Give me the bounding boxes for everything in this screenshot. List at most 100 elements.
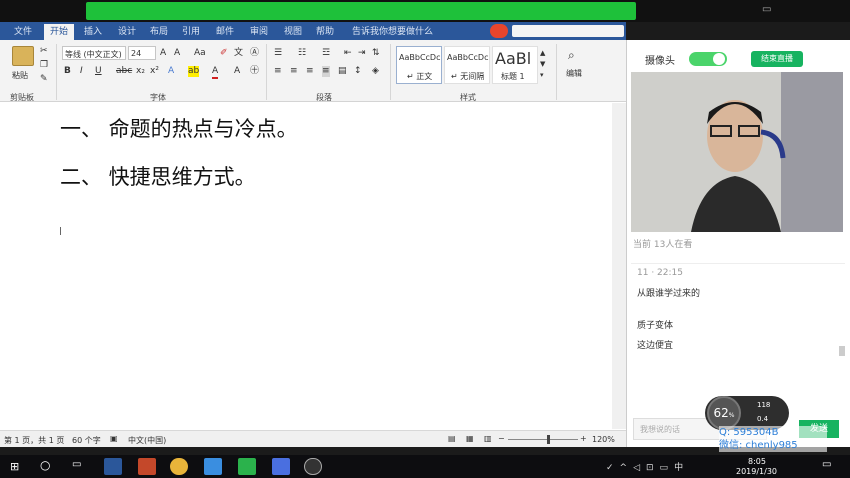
document-page[interactable]: 一、 命题的热点与冷点。 二、 快捷思维方式。 bbox=[0, 103, 626, 429]
numbering-icon[interactable]: ☷ bbox=[298, 48, 306, 59]
chat-scrollbar[interactable] bbox=[839, 346, 845, 356]
word-app-icon[interactable] bbox=[104, 458, 122, 475]
zoom-slider-thumb[interactable] bbox=[546, 435, 550, 444]
network-widget[interactable]: 62% 118 0.4 bbox=[705, 396, 789, 430]
proofing-icon[interactable]: ▣ bbox=[110, 434, 118, 443]
find-icon[interactable]: ⌕ bbox=[568, 49, 575, 61]
text-cursor bbox=[60, 227, 61, 235]
separator bbox=[390, 44, 391, 100]
clock-time[interactable]: 8:05 bbox=[748, 457, 766, 466]
distributed-icon[interactable]: ▤ bbox=[338, 66, 347, 77]
italic-icon[interactable]: I bbox=[80, 66, 83, 77]
copy-icon[interactable]: ❐ bbox=[40, 60, 48, 71]
editing-button[interactable]: 编辑 bbox=[566, 68, 582, 79]
style-normal[interactable]: AaBbCcDc ↵ 正文 bbox=[396, 46, 442, 84]
tab-home[interactable]: 开始 bbox=[44, 24, 75, 40]
camera-toggle[interactable] bbox=[689, 52, 727, 66]
multilevel-list-icon[interactable]: ☲ bbox=[322, 48, 330, 59]
cut-icon[interactable]: ✂ bbox=[40, 46, 48, 57]
page-count[interactable]: 第 1 页，共 1 页 bbox=[4, 435, 64, 446]
zoom-slider[interactable] bbox=[508, 439, 578, 440]
tab-review[interactable]: 审阅 bbox=[250, 24, 268, 40]
tab-view[interactable]: 视图 bbox=[284, 24, 302, 40]
highlight-icon[interactable]: ab bbox=[188, 66, 200, 77]
end-live-button[interactable]: 结束直播 bbox=[751, 51, 803, 67]
task-view-icon[interactable]: ▭ bbox=[72, 459, 81, 470]
powerpoint-app-icon[interactable] bbox=[138, 458, 156, 475]
print-layout-icon[interactable]: ▦ bbox=[466, 434, 474, 443]
watermark-line-1: Q: 595304B bbox=[719, 427, 779, 438]
align-right-icon[interactable]: ≡ bbox=[306, 66, 314, 77]
separator bbox=[556, 44, 557, 100]
clear-format-icon[interactable]: ✐ bbox=[220, 48, 228, 59]
format-painter-icon[interactable]: ✎ bbox=[40, 74, 48, 85]
align-center-icon[interactable]: ≡ bbox=[290, 66, 298, 77]
sort-icon[interactable]: ⇅ bbox=[372, 48, 380, 59]
bold-icon[interactable]: B bbox=[64, 66, 71, 77]
zoom-out-icon[interactable]: − bbox=[498, 434, 505, 443]
font-size-select[interactable]: 24 bbox=[128, 46, 156, 60]
styles-scroll-icon[interactable]: ▲ ▼ ▾ bbox=[540, 48, 545, 81]
superscript-icon[interactable]: x² bbox=[150, 66, 159, 77]
tab-layout[interactable]: 布局 bbox=[150, 24, 168, 40]
cloud-app-icon[interactable] bbox=[204, 458, 222, 475]
read-mode-icon[interactable]: ▤ bbox=[448, 434, 456, 443]
style-preview: AaBbCcDc bbox=[399, 53, 441, 62]
chat-meta: 11 · 22:15 bbox=[637, 268, 683, 278]
language[interactable]: 中文(中国) bbox=[128, 435, 166, 446]
ime-toolbar[interactable] bbox=[512, 25, 624, 37]
char-shading-icon[interactable]: A bbox=[234, 66, 240, 77]
iqiyi-app-icon[interactable] bbox=[238, 458, 256, 475]
text-effects-icon[interactable]: A bbox=[168, 66, 174, 77]
line-spacing-icon[interactable]: ↕ bbox=[354, 66, 362, 77]
word-count[interactable]: 60 个字 bbox=[72, 435, 101, 446]
chat-list[interactable]: 11 · 22:15 从跟谁学过来的 质子变体 这边便宜 bbox=[631, 263, 845, 413]
grow-font-icon[interactable]: A bbox=[160, 48, 166, 59]
change-case-icon[interactable]: Aa bbox=[194, 48, 206, 59]
bullets-icon[interactable]: ☰ bbox=[274, 48, 282, 59]
increase-indent-icon[interactable]: ⇥ bbox=[358, 48, 366, 59]
notification-icon[interactable]: ▭ bbox=[822, 459, 831, 470]
font-name-select[interactable]: 等线 (中文正文) bbox=[62, 46, 126, 60]
font-color-icon[interactable]: A bbox=[212, 66, 219, 79]
char-border-icon[interactable]: Ⓐ bbox=[250, 48, 259, 59]
zoom-level[interactable]: 120% bbox=[592, 435, 615, 444]
enclose-char-icon[interactable]: ㊉ bbox=[250, 66, 259, 77]
screen: ▭ 文件 开始 插入 设计 布局 引用 邮件 审阅 视图 帮助 告诉我你想要做什… bbox=[0, 0, 850, 478]
clock-date[interactable]: 2019/1/30 bbox=[736, 467, 777, 476]
tab-insert[interactable]: 插入 bbox=[84, 24, 102, 40]
tab-references[interactable]: 引用 bbox=[182, 24, 200, 40]
paste-icon[interactable] bbox=[12, 46, 34, 66]
phonetic-icon[interactable]: 文 bbox=[234, 48, 243, 59]
tab-mailings[interactable]: 邮件 bbox=[216, 24, 234, 40]
align-left-icon[interactable]: ≡ bbox=[274, 66, 282, 77]
style-preview: AaBbCcDc bbox=[447, 53, 489, 62]
camera-icon[interactable]: ▭ bbox=[762, 4, 771, 15]
live-app-icon[interactable] bbox=[304, 458, 322, 475]
search-circle-icon[interactable]: ○ bbox=[40, 458, 50, 472]
camera-label: 摄像头 bbox=[645, 56, 675, 67]
decrease-indent-icon[interactable]: ⇤ bbox=[344, 48, 352, 59]
tab-help[interactable]: 帮助 bbox=[316, 24, 334, 40]
watermark-contact: Q: 595304B 微信: chenly985 bbox=[719, 426, 827, 452]
web-layout-icon[interactable]: ▥ bbox=[484, 434, 492, 443]
start-windows-icon[interactable]: ⊞ bbox=[10, 460, 19, 473]
style-no-spacing[interactable]: AaBbCcDc ↵ 无间隔 bbox=[444, 46, 490, 84]
shrink-font-icon[interactable]: A bbox=[174, 48, 180, 59]
vertical-scrollbar[interactable] bbox=[612, 103, 626, 429]
justify-icon[interactable]: ≡ bbox=[322, 66, 330, 77]
tab-design[interactable]: 设计 bbox=[118, 24, 136, 40]
tab-file[interactable]: 文件 bbox=[14, 24, 32, 40]
underline-icon[interactable]: U bbox=[95, 66, 102, 77]
zoom-in-icon[interactable]: + bbox=[580, 434, 587, 443]
chrome-app-icon[interactable] bbox=[170, 458, 188, 475]
style-heading-1[interactable]: AaBl 标题 1 bbox=[492, 46, 538, 84]
tray-icons[interactable]: ✓^◁⊡▭中 bbox=[606, 460, 683, 473]
tell-me-search[interactable]: 告诉我你想要做什么 bbox=[352, 24, 433, 40]
paste-button[interactable]: 粘贴 bbox=[12, 70, 28, 81]
feishu-app-icon[interactable] bbox=[272, 458, 290, 475]
strikethrough-icon[interactable]: abc bbox=[116, 66, 132, 77]
shading-icon[interactable]: ◈ bbox=[372, 66, 379, 77]
sogou-ime-icon[interactable] bbox=[490, 24, 508, 38]
subscript-icon[interactable]: x₂ bbox=[136, 66, 145, 77]
